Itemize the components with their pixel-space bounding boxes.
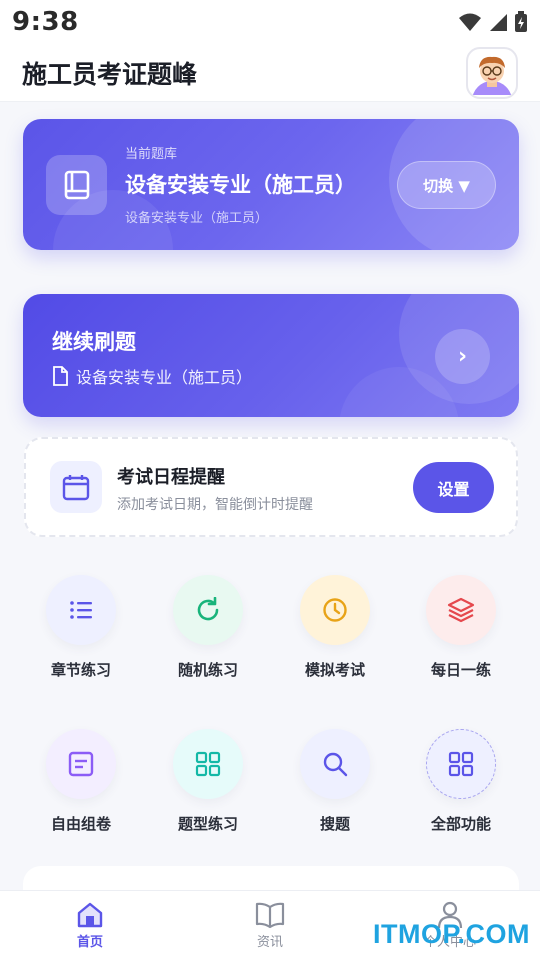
feature-daily-practice[interactable]: 每日一练 <box>411 575 511 680</box>
cell-signal-icon <box>490 14 507 31</box>
bank-subtitle: 设备安装专业（施工员） <box>125 211 269 226</box>
home-icon <box>77 902 103 928</box>
feature-label: 搜题 <box>319 815 350 833</box>
feature-label: 自由组卷 <box>50 815 111 833</box>
feature-random-practice[interactable]: 随机练习 <box>158 575 258 680</box>
battery-icon <box>515 11 527 32</box>
bank-caption: 当前题库 <box>125 147 178 162</box>
feature-question-type-practice[interactable]: 题型练习 <box>158 729 258 834</box>
calendar-icon <box>50 461 102 513</box>
user-avatar-icon[interactable] <box>466 46 518 99</box>
switch-bank-button[interactable]: 切换 ▼ <box>397 161 496 209</box>
tab-home[interactable]: 首页 <box>0 891 180 960</box>
document-icon <box>46 729 116 799</box>
wifi-icon <box>459 13 481 31</box>
feature-label: 随机练习 <box>177 661 238 679</box>
feature-label: 题型练习 <box>177 815 238 833</box>
bank-name: 设备安装专业（施工员） <box>125 173 356 197</box>
status-time: 9:38 <box>12 7 79 37</box>
book-icon <box>46 155 107 215</box>
feature-label: 全部功能 <box>430 815 491 833</box>
current-bank-card: 当前题库 设备安装专业（施工员） 设备安装专业（施工员） 切换 ▼ <box>23 119 519 250</box>
reminder-set-button[interactable]: 设置 <box>413 462 494 513</box>
feature-custom-paper[interactable]: 自由组卷 <box>31 729 131 834</box>
grid-icon <box>426 729 496 799</box>
search-icon <box>300 729 370 799</box>
status-bar: 9:38 <box>0 0 540 44</box>
list-icon <box>46 575 116 645</box>
tab-label: 资讯 <box>256 935 283 950</box>
feature-label: 每日一练 <box>430 661 491 679</box>
continue-arrow-button[interactable]: › <box>435 329 490 384</box>
continue-subtitle-text: 设备安装专业（施工员） <box>76 368 253 387</box>
feature-chapter-practice[interactable]: 章节练习 <box>31 575 131 680</box>
app-header: 施工员考证题峰 <box>0 44 540 102</box>
feature-mock-exam[interactable]: 模拟考试 <box>285 575 385 680</box>
book-icon <box>255 902 285 929</box>
continue-title: 继续刷题 <box>52 330 136 354</box>
continue-practice-card[interactable]: 继续刷题 设备安装专业（施工员） › <box>23 294 519 417</box>
file-icon <box>53 366 68 386</box>
feature-search-question[interactable]: 搜题 <box>285 729 385 834</box>
layers-icon <box>426 575 496 645</box>
grid-icon <box>173 729 243 799</box>
refresh-icon <box>173 575 243 645</box>
continue-subtitle: 设备安装专业（施工员） <box>52 364 252 388</box>
feature-label: 模拟考试 <box>304 661 365 679</box>
tab-news[interactable]: 资讯 <box>180 891 360 960</box>
reminder-title: 考试日程提醒 <box>117 467 225 488</box>
reminder-subtitle: 添加考试日期，智能倒计时提醒 <box>117 497 313 513</box>
clock-icon <box>300 575 370 645</box>
tab-label: 首页 <box>76 935 103 950</box>
feature-all-functions[interactable]: 全部功能 <box>411 729 511 834</box>
exam-reminder-card: 考试日程提醒 添加考试日期，智能倒计时提醒 设置 <box>24 437 518 537</box>
status-icons <box>458 11 528 33</box>
app-title: 施工员考证题峰 <box>22 59 198 89</box>
feature-label: 章节练习 <box>50 661 111 679</box>
watermark: ITMOP.COM <box>372 919 530 949</box>
